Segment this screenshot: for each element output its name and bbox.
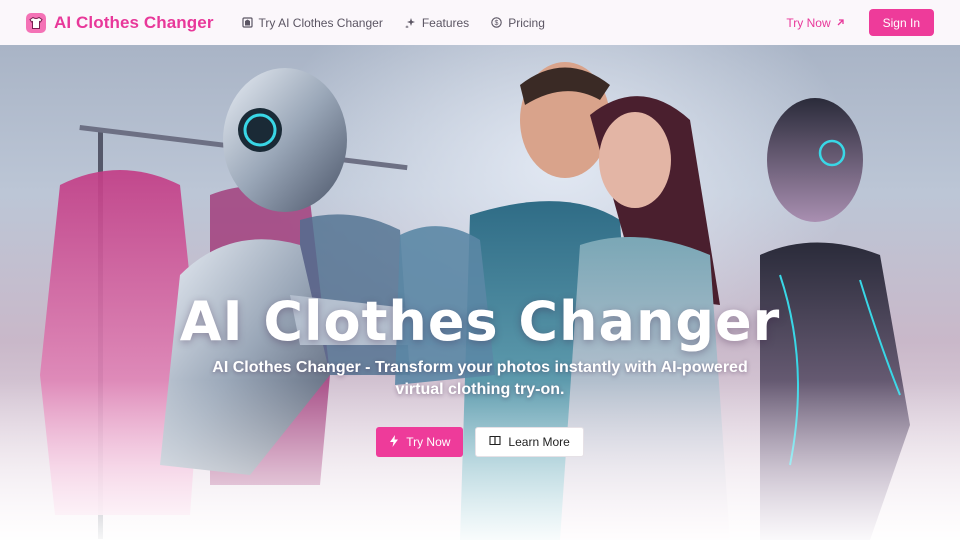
svg-text:$: $ <box>495 20 499 27</box>
nav-features[interactable]: Features <box>404 15 470 30</box>
shirt-icon <box>26 12 46 33</box>
header-actions: Try Now Sign In <box>786 9 934 36</box>
learn-more-button-label: Learn More <box>508 435 570 449</box>
dollar-circle-icon: $ <box>491 17 502 28</box>
main-nav: Try AI Clothes Changer Features $ Pricin… <box>241 15 545 30</box>
hero-cta-row: Try Now Learn More <box>376 427 584 457</box>
try-now-link[interactable]: Try Now <box>786 16 844 30</box>
try-now-label: Try Now <box>786 15 831 30</box>
nav-try-ai-clothes-changer[interactable]: Try AI Clothes Changer <box>241 15 383 30</box>
hero-subtitle: AI Clothes Changer - Transform your phot… <box>212 359 748 398</box>
top-nav-bar: AI Clothes Changer Try AI Clothes Change… <box>0 0 960 45</box>
shirt-hanger-icon <box>241 17 253 28</box>
nav-label: Try AI Clothes Changer <box>258 15 383 30</box>
hero-content: AI Clothes Changer AI Clothes Changer - … <box>0 45 960 540</box>
book-open-icon <box>489 435 501 449</box>
try-now-button-label: Try Now <box>406 435 451 449</box>
arrow-up-right-icon <box>836 16 845 30</box>
lightning-icon <box>389 434 399 450</box>
nav-pricing[interactable]: $ Pricing <box>491 16 545 30</box>
try-now-button[interactable]: Try Now <box>376 427 464 457</box>
hero-section: AI Clothes Changer AI Clothes Changer - … <box>0 45 960 540</box>
brand-title: AI Clothes Changer <box>54 12 214 32</box>
sparkles-icon <box>404 17 416 28</box>
sign-in-button[interactable]: Sign In <box>868 9 934 36</box>
hero-title: AI Clothes Changer <box>179 290 781 353</box>
nav-label: Features <box>421 15 470 30</box>
learn-more-button[interactable]: Learn More <box>475 427 584 457</box>
nav-label: Pricing <box>508 15 545 30</box>
brand[interactable]: AI Clothes Changer <box>26 12 214 33</box>
